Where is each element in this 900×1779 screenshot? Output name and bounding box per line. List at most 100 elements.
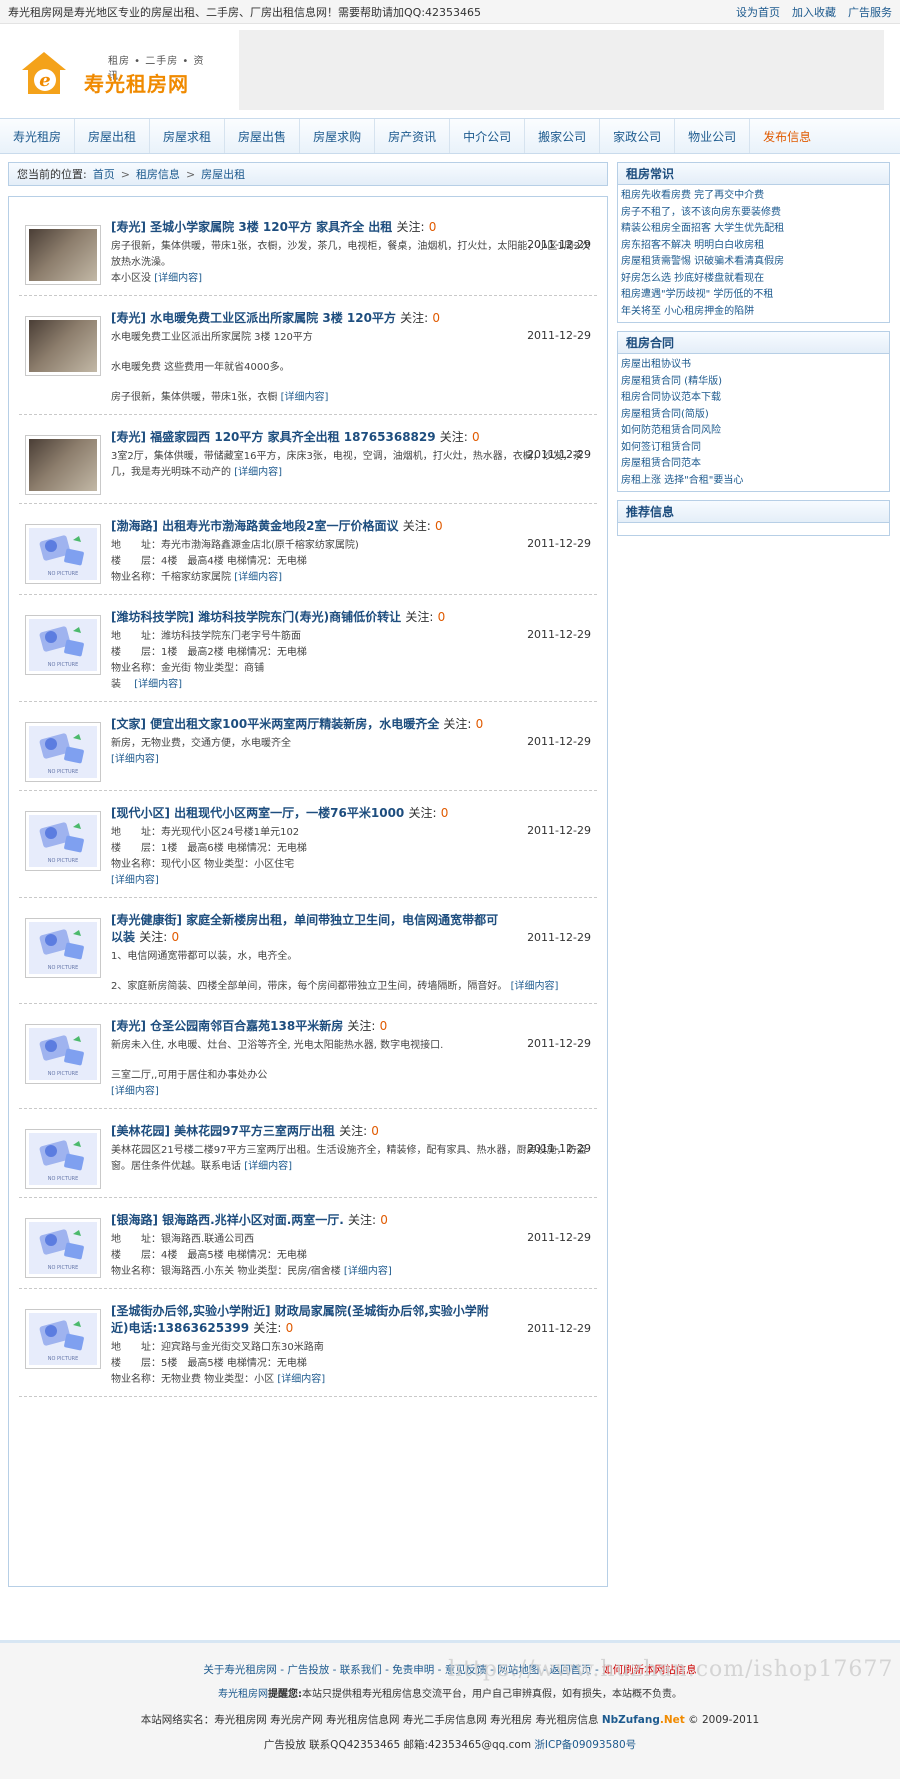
breadcrumb-home[interactable]: 首页 [93, 166, 115, 182]
sidebar-article-link[interactable]: 租房遭遇"学历歧视" 学历低的不租 [621, 287, 889, 304]
detail-link[interactable]: [详细内容] [111, 875, 159, 886]
footer-link-ads[interactable]: 广告投放 [287, 1664, 329, 1676]
sidebar-article-link[interactable]: 租房先收看房费 完了再交中介费 [621, 188, 889, 205]
sidebar-article-link[interactable]: 房屋租赁合同 (精华版) [621, 374, 889, 391]
sidebar-article-link[interactable]: 如何签订租赁合同 [621, 440, 889, 457]
listing-thumbnail[interactable]: NO PICTURE [25, 524, 101, 584]
no-picture-icon: NO PICTURE [29, 1133, 97, 1185]
footer-link-disclaimer[interactable]: 免责申明 [392, 1664, 434, 1676]
sidebar-article-link[interactable]: 精装公租房全面招客 大学生优先配租 [621, 221, 889, 238]
listing-title-text[interactable]: 仓圣公园南邻百合嘉苑138平米新房 [150, 1019, 343, 1033]
detail-link[interactable]: [详细内容] [281, 392, 329, 403]
add-favorite-link[interactable]: 加入收藏 [792, 4, 836, 20]
listing-title-text[interactable]: 福盛家园西 120平方 家具齐全出租 18765368829 [150, 430, 435, 444]
listing-thumbnail[interactable]: NO PICTURE [25, 811, 101, 871]
listing-thumbnail[interactable]: NO PICTURE [25, 918, 101, 978]
nav-agencies[interactable]: 中介公司 [450, 119, 526, 153]
listing-title-text[interactable]: 银海路西.兆祥小区对面.两室一厅. [162, 1213, 344, 1227]
listing-body: [美林花园] 美林花园97平方三室两厅出租 关注: 0 美林花园区21号楼二楼97… [111, 1123, 594, 1189]
set-homepage-link[interactable]: 设为首页 [736, 4, 780, 20]
listing-date: 2011-12-29 [527, 537, 591, 550]
sidebar-article-link[interactable]: 如何防范租赁合同风险 [621, 423, 889, 440]
names-list: 寿光租房网 寿光房产网 寿光租房信息网 寿光二手房信息网 寿光租房 寿光租房信息 [214, 1714, 599, 1726]
listing-thumbnail[interactable]: NO PICTURE [25, 1309, 101, 1369]
listing-title-text[interactable]: 潍坊科技学院东门(寿光)商铺低价转让 [198, 610, 401, 624]
nav-housekeeping[interactable]: 家政公司 [600, 119, 676, 153]
nav-movers[interactable]: 搬家公司 [525, 119, 601, 153]
listing-title[interactable]: [圣城街办后邻,实验小学附近] 财政局家属院(圣城街办后邻,实验小学附近)电话:… [111, 1303, 594, 1337]
listing-title-text[interactable]: 便宜出租文家100平米两室两厅精装新房，水电暖齐全 [150, 717, 439, 731]
detail-link[interactable]: [详细内容] [234, 467, 282, 478]
sidebar-article-link[interactable]: 租房合同协议范本下载 [621, 390, 889, 407]
description-text: 楼 层：1楼 最高6楼 电梯情况：无电梯 [111, 843, 307, 854]
sidebar-article-link[interactable]: 房租上涨 选择"合租"要当心 [621, 473, 889, 490]
listing-title[interactable]: [银海路] 银海路西.兆祥小区对面.两室一厅. 关注: 0 [111, 1212, 594, 1229]
listing-title[interactable]: [寿光健康街] 家庭全新楼房出租，单间带独立卫生间，电信网通宽带都可以装 关注:… [111, 912, 594, 946]
listing-title[interactable]: [现代小区] 出租现代小区两室一厅，一楼76平米1000 关注: 0 [111, 805, 594, 822]
listing-title[interactable]: [寿光] 水电暖免费工业区派出所家属院 3楼 120平方 关注: 0 [111, 310, 594, 327]
nav-buy[interactable]: 房屋求购 [300, 119, 376, 153]
nav-sell[interactable]: 房屋出售 [225, 119, 301, 153]
nav-property[interactable]: 物业公司 [675, 119, 751, 153]
listing-item: NO PICTURE [文家] 便宜出租文家100平米两室两厅精装新房，水电暖齐全… [19, 702, 597, 791]
listing-thumbnail[interactable]: NO PICTURE [25, 1129, 101, 1189]
detail-link[interactable]: [详细内容] [344, 1266, 392, 1277]
detail-link[interactable]: [详细内容] [134, 679, 182, 690]
listing-thumbnail[interactable]: NO PICTURE [25, 615, 101, 675]
description-text: 本小区没 [111, 273, 151, 284]
listing-title[interactable]: [潍坊科技学院] 潍坊科技学院东门(寿光)商铺低价转让 关注: 0 [111, 609, 594, 626]
description-text: 楼 层：5楼 最高5楼 电梯情况：无电梯 [111, 1358, 307, 1369]
detail-link[interactable]: [详细内容] [511, 981, 559, 992]
no-picture-icon: NO PICTURE [29, 726, 97, 778]
nav-rent-out[interactable]: 房屋出租 [75, 119, 151, 153]
detail-link[interactable]: [详细内容] [244, 1161, 292, 1172]
detail-link[interactable]: [详细内容] [277, 1374, 325, 1385]
listing-title[interactable]: [美林花园] 美林花园97平方三室两厅出租 关注: 0 [111, 1123, 594, 1140]
banner-ad[interactable] [239, 30, 884, 110]
detail-link[interactable]: [详细内容] [111, 754, 159, 765]
listing-thumbnail[interactable] [25, 316, 101, 376]
listing-title-text[interactable]: 圣城小学家属院 3楼 120平方 家具齐全 出租 [150, 220, 392, 234]
nav-home[interactable]: 寿光租房 [0, 119, 76, 153]
sidebar-article-link[interactable]: 房东招客不解决 明明白白收房租 [621, 238, 889, 255]
sidebar-article-link[interactable]: 年关将至 小心租房押金的陷阱 [621, 304, 889, 321]
sidebar-article-link[interactable]: 房屋租赁需警惕 识破骗术看清真假房 [621, 254, 889, 271]
listing-title-text[interactable]: 出租现代小区两室一厅，一楼76平米1000 [174, 806, 404, 820]
content-wrap: 您当前的位置: 首页 > 租房信息 > 房屋出租 [寿光] 圣城小学家属院 3楼… [0, 162, 900, 1587]
nav-seek-rent[interactable]: 房屋求租 [150, 119, 226, 153]
description-text: 美林花园区21号楼二楼97平方三室两厅出租。生活设施齐全，精装修，配有家具、热水… [111, 1145, 587, 1172]
footer-link-about[interactable]: 关于寿光租房网 [203, 1664, 277, 1676]
sidebar-article-link[interactable]: 房屋租赁合同范本 [621, 456, 889, 473]
listing-thumbnail[interactable]: NO PICTURE [25, 1218, 101, 1278]
listing-thumbnail[interactable] [25, 225, 101, 285]
listing-title-text[interactable]: 出租寿光市渤海路黄金地段2室一厅价格面议 [162, 519, 398, 533]
listing-title[interactable]: [文家] 便宜出租文家100平米两室两厅精装新房，水电暖齐全 关注: 0 [111, 716, 594, 733]
listing-item: [寿光] 水电暖免费工业区派出所家属院 3楼 120平方 关注: 0 水电暖免费工… [19, 296, 597, 415]
listing-thumbnail[interactable]: NO PICTURE [25, 722, 101, 782]
follow-label: 关注: [253, 1321, 282, 1335]
icp-link[interactable]: 浙ICP备09093580号 [534, 1739, 636, 1751]
sidebar-article-link[interactable]: 好房怎么选 抄底好楼盘就看现在 [621, 271, 889, 288]
breadcrumb-rent-out[interactable]: 房屋出租 [201, 166, 245, 182]
listing-title[interactable]: [寿光] 福盛家园西 120平方 家具齐全出租 18765368829 关注: … [111, 429, 594, 446]
ad-service-link[interactable]: 广告服务 [848, 4, 892, 20]
listing-thumbnail[interactable] [25, 435, 101, 495]
footer-sep: - [329, 1664, 340, 1676]
sidebar-article-link[interactable]: 房屋租赁合同(简版) [621, 407, 889, 424]
detail-link[interactable]: [详细内容] [111, 1086, 159, 1097]
breadcrumb-rent-info[interactable]: 租房信息 [136, 166, 180, 182]
sidebar-article-link[interactable]: 房子不租了，该不该向房东要装修费 [621, 205, 889, 222]
listing-title-text[interactable]: 水电暖免费工业区派出所家属院 3楼 120平方 [150, 311, 396, 325]
nav-publish[interactable]: 发布信息 [750, 119, 824, 153]
site-logo[interactable]: e 租房 • 二手房 • 资讯 寿光租房网 [16, 34, 211, 106]
listing-title[interactable]: [寿光] 圣城小学家属院 3楼 120平方 家具齐全 出租 关注: 0 [111, 219, 594, 236]
listing-title[interactable]: [渤海路] 出租寿光市渤海路黄金地段2室一厅价格面议 关注: 0 [111, 518, 594, 535]
detail-link[interactable]: [详细内容] [234, 572, 282, 583]
nav-news[interactable]: 房产资讯 [375, 119, 451, 153]
listing-thumbnail[interactable]: NO PICTURE [25, 1024, 101, 1084]
listing-title[interactable]: [寿光] 仓圣公园南邻百合嘉苑138平米新房 关注: 0 [111, 1018, 594, 1035]
footer-link-contact[interactable]: 联系我们 [340, 1664, 382, 1676]
sidebar-article-link[interactable]: 房屋出租协议书 [621, 357, 889, 374]
listing-title-text[interactable]: 美林花园97平方三室两厅出租 [174, 1124, 335, 1138]
detail-link[interactable]: [详细内容] [154, 273, 202, 284]
